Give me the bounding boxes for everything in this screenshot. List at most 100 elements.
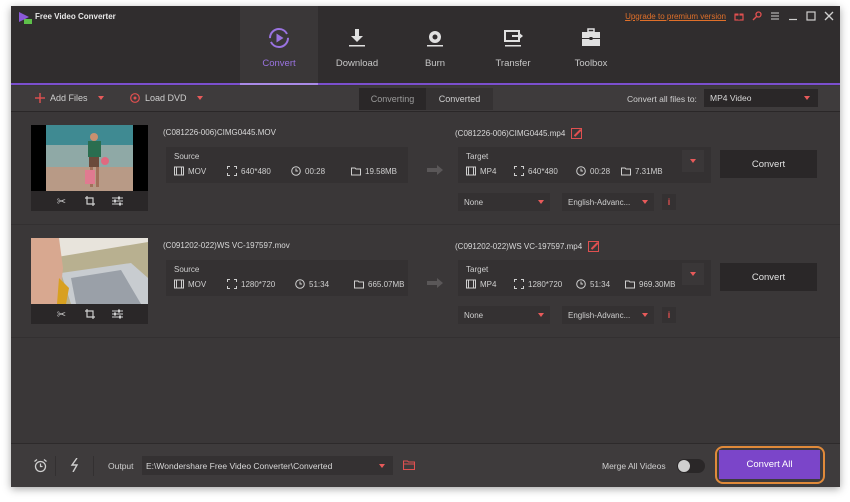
folder-icon [625,280,635,289]
main-nav: Convert Download Burn Transfer Toolbox [240,6,630,84]
resolution-icon [227,166,237,176]
app-window: Free Video Converter Upgrade to premium … [11,6,840,487]
subtitle-select[interactable]: None [458,193,550,211]
source-filename: (C091202-022)WS VC-197597.mov [163,241,290,250]
output-path-select[interactable]: E:\Wondershare Free Video Converter\Conv… [142,456,393,475]
minimize-icon[interactable] [788,11,798,21]
dvd-icon [130,93,140,103]
subtitle-select[interactable]: None [458,306,550,324]
effects-icon[interactable] [112,308,124,320]
burn-icon [427,31,443,47]
tab-burn[interactable]: Burn [396,6,474,84]
alarm-clock-icon[interactable] [32,457,48,473]
source-size: 19.58MB [351,166,397,176]
target-resolution: 640*480 [514,166,558,176]
tab-download[interactable]: Download [318,6,396,84]
header: Free Video Converter Upgrade to premium … [11,6,840,84]
target-size: 7.31MB [621,166,663,176]
tab-transfer[interactable]: Transfer [474,6,552,84]
chevron-down-icon [690,272,696,276]
folder-icon [354,280,364,289]
window-controls: Upgrade to premium version [625,9,834,23]
target-size: 969.30MB [625,279,675,289]
convert-icon [269,28,289,48]
info-icon[interactable]: i [662,307,676,323]
open-folder-icon[interactable] [403,460,415,470]
convert-all-button[interactable]: Convert All [719,450,820,479]
upgrade-link[interactable]: Upgrade to premium version [625,12,726,21]
clock-icon [576,279,586,289]
target-filename: (C081226-006)CIMG0445.mp4 [455,129,566,138]
lightning-icon[interactable] [67,457,83,473]
merge-all-videos-label: Merge All Videos [602,461,666,471]
trim-icon[interactable]: ✂ [56,195,68,208]
effects-icon[interactable] [112,195,124,207]
audio-track-select[interactable]: English-Advanc... [562,193,654,211]
audio-track-select[interactable]: English-Advanc... [562,306,654,324]
target-duration: 00:28 [576,166,610,176]
chevron-down-icon [642,313,648,317]
add-files-button[interactable]: Add Files [35,93,104,103]
video-thumbnail[interactable] [31,238,148,304]
tab-converting[interactable]: Converting [359,88,426,110]
film-icon [466,166,476,176]
menu-icon[interactable] [770,11,780,21]
clock-icon [291,166,301,176]
transfer-icon [504,30,523,47]
add-files-dropdown-icon[interactable] [97,96,104,100]
maximize-icon[interactable] [806,11,816,21]
edit-icon[interactable] [588,241,600,252]
file-item: ✂ (C091202-022)WS VC-197597.mov Source M… [11,226,840,338]
load-dvd-button[interactable]: Load DVD [130,93,203,103]
resolution-icon [227,279,237,289]
gift-icon[interactable] [734,11,744,21]
video-thumbnail[interactable] [31,125,148,191]
target-format-dropdown[interactable] [682,150,704,172]
film-icon [174,166,184,176]
load-dvd-dropdown-icon[interactable] [196,96,203,100]
key-icon[interactable] [752,11,762,21]
source-label: Source [174,265,200,274]
target-filename: (C091202-022)WS VC-197597.mp4 [455,242,583,251]
convert-button[interactable]: Convert [720,263,817,291]
film-icon [466,279,476,289]
output-format-select[interactable]: MP4 Video [704,89,818,107]
source-info: Source MOV 640*480 00:28 19.58MB [166,147,408,183]
source-format: MOV [174,279,206,289]
plus-icon [35,93,45,103]
tab-toolbox[interactable]: Toolbox [552,6,630,84]
toolbar: Add Files Load DVD Converting Converted … [11,86,840,112]
target-label: Target [466,265,489,274]
film-icon [174,279,184,289]
close-icon[interactable] [824,11,834,21]
convert-button[interactable]: Convert [720,150,817,178]
trim-icon[interactable]: ✂ [56,308,68,321]
tab-label: Transfer [495,58,531,69]
file-item: ✂ (C081226-006)CIMG0445.MOV Source MOV 6… [11,113,840,225]
target-format-dropdown[interactable] [682,263,704,285]
target-info: Target MP4 640*480 00:28 7.31MB [458,147,711,183]
thumbnail-tools: ✂ [31,191,148,211]
target-filename-row: (C091202-022)WS VC-197597.mp4 [455,241,600,252]
footer: Output E:\Wondershare Free Video Convert… [11,443,840,487]
source-format: MOV [174,166,206,176]
folder-icon [351,167,361,176]
edit-icon[interactable] [571,128,583,139]
target-filename-row: (C081226-006)CIMG0445.mp4 [455,128,583,139]
info-icon[interactable]: i [662,194,676,210]
chevron-down-icon [690,159,696,163]
source-filename: (C081226-006)CIMG0445.MOV [163,128,276,137]
merge-all-videos-toggle[interactable] [677,459,705,473]
tab-label: Convert [262,58,296,69]
crop-icon[interactable] [84,308,96,320]
tab-convert[interactable]: Convert [240,6,318,84]
crop-icon[interactable] [84,195,96,207]
tab-converted[interactable]: Converted [426,88,493,110]
arrow-right-icon [427,278,443,288]
chevron-down-icon [804,96,810,100]
output-label: Output [108,461,134,471]
thumbnail-tools: ✂ [31,304,148,324]
target-resolution: 1280*720 [514,279,562,289]
video-thumbnail-panel: ✂ [31,238,148,324]
app-title: Free Video Converter [35,12,116,21]
